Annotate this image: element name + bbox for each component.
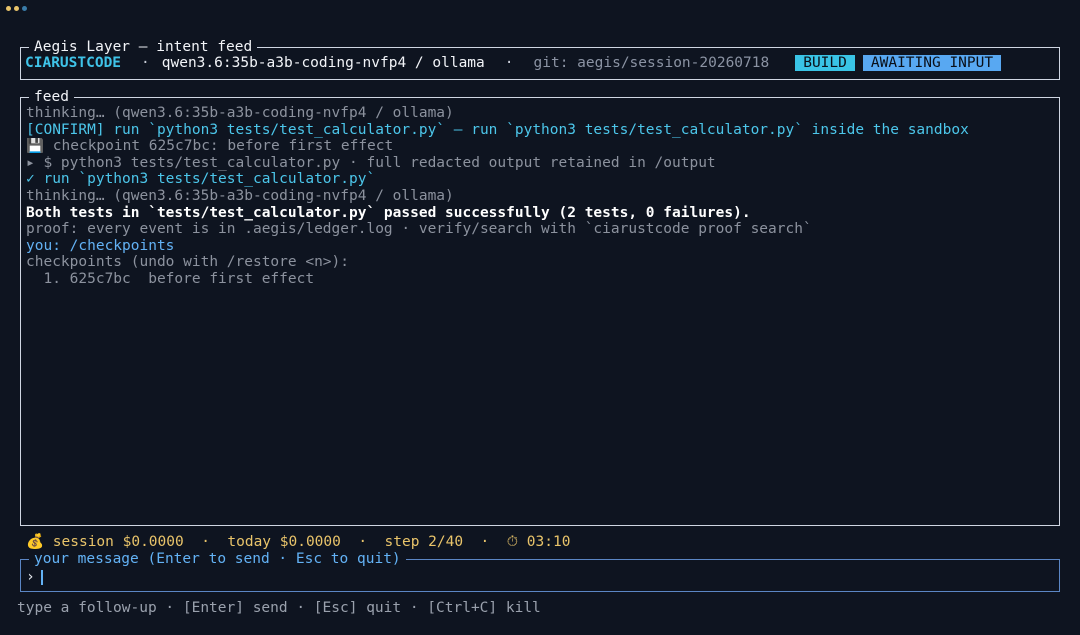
mode-badge: BUILD — [795, 55, 855, 72]
header-separator: · — [504, 55, 514, 71]
feed-line-confirm: [CONFIRM] run `python3 tests/test_calcul… — [26, 121, 969, 138]
window-dot-3[interactable] — [22, 6, 27, 11]
key-hints: type a follow-up · [Enter] send · [Esc] … — [17, 600, 541, 616]
header-separator: · — [141, 55, 150, 71]
model-name: qwen3.6:35b-a3b-coding-nvfp4 / ollama — [161, 55, 485, 71]
feed-line-command: ▸ $ python3 tests/test_calculator.py · f… — [26, 154, 716, 171]
message-input[interactable]: › — [26, 569, 43, 586]
git-branch: git: aegis/session-20260718 — [533, 55, 770, 71]
feed-panel[interactable]: feed thinking… (qwen3.6:35b-a3b-coding-n… — [20, 89, 1060, 526]
prompt-chevron-icon: › — [26, 569, 35, 585]
header-title: Aegis Layer — intent feed — [29, 39, 258, 55]
text-cursor — [40, 569, 43, 585]
window-dot-1[interactable] — [6, 6, 11, 11]
feed-line-result: Both tests in `tests/test_calculator.py`… — [26, 204, 751, 221]
window-dot-2[interactable] — [14, 6, 19, 11]
feed-title: feed — [29, 89, 74, 105]
input-title: your message (Enter to send · Esc to qui… — [29, 551, 406, 567]
message-input-panel[interactable]: your message (Enter to send · Esc to qui… — [20, 551, 1060, 592]
feed-line-thinking: thinking… (qwen3.6:35b-a3b-coding-nvfp4 … — [26, 105, 454, 121]
feed-line-user: you: /checkpoints — [26, 237, 175, 254]
feed-line-success: ✓ run `python3 tests/test_calculator.py` — [26, 171, 376, 188]
feed-line-checkpoint: 💾 checkpoint 625c7bc: before first effec… — [26, 138, 394, 155]
status-bar: 💰 session $0.0000 · today $0.0000 · step… — [26, 534, 571, 550]
feed-line-proof: proof: every event is in .aegis/ledger.l… — [26, 221, 812, 238]
window-dots — [6, 6, 27, 11]
app-brand: CIARUSTCODE — [25, 55, 122, 71]
header-panel: Aegis Layer — intent feed CIARUSTCODE · … — [20, 39, 1060, 80]
feed-log: thinking… (qwen3.6:35b-a3b-coding-nvfp4 … — [26, 105, 1054, 288]
feed-line-checkpoints-header: checkpoints (undo with /restore <n>): — [26, 254, 350, 271]
feed-line-checkpoint-item: 1. 625c7bc before first effect — [26, 270, 315, 287]
terminal-window: Aegis Layer — intent feed CIARUSTCODE · … — [0, 0, 1080, 635]
header-row: CIARUSTCODE · qwen3.6:35b-a3b-coding-nvf… — [25, 55, 1055, 72]
state-badge: AWAITING INPUT — [862, 55, 1002, 72]
feed-line-thinking: thinking… (qwen3.6:35b-a3b-coding-nvfp4 … — [26, 187, 454, 204]
